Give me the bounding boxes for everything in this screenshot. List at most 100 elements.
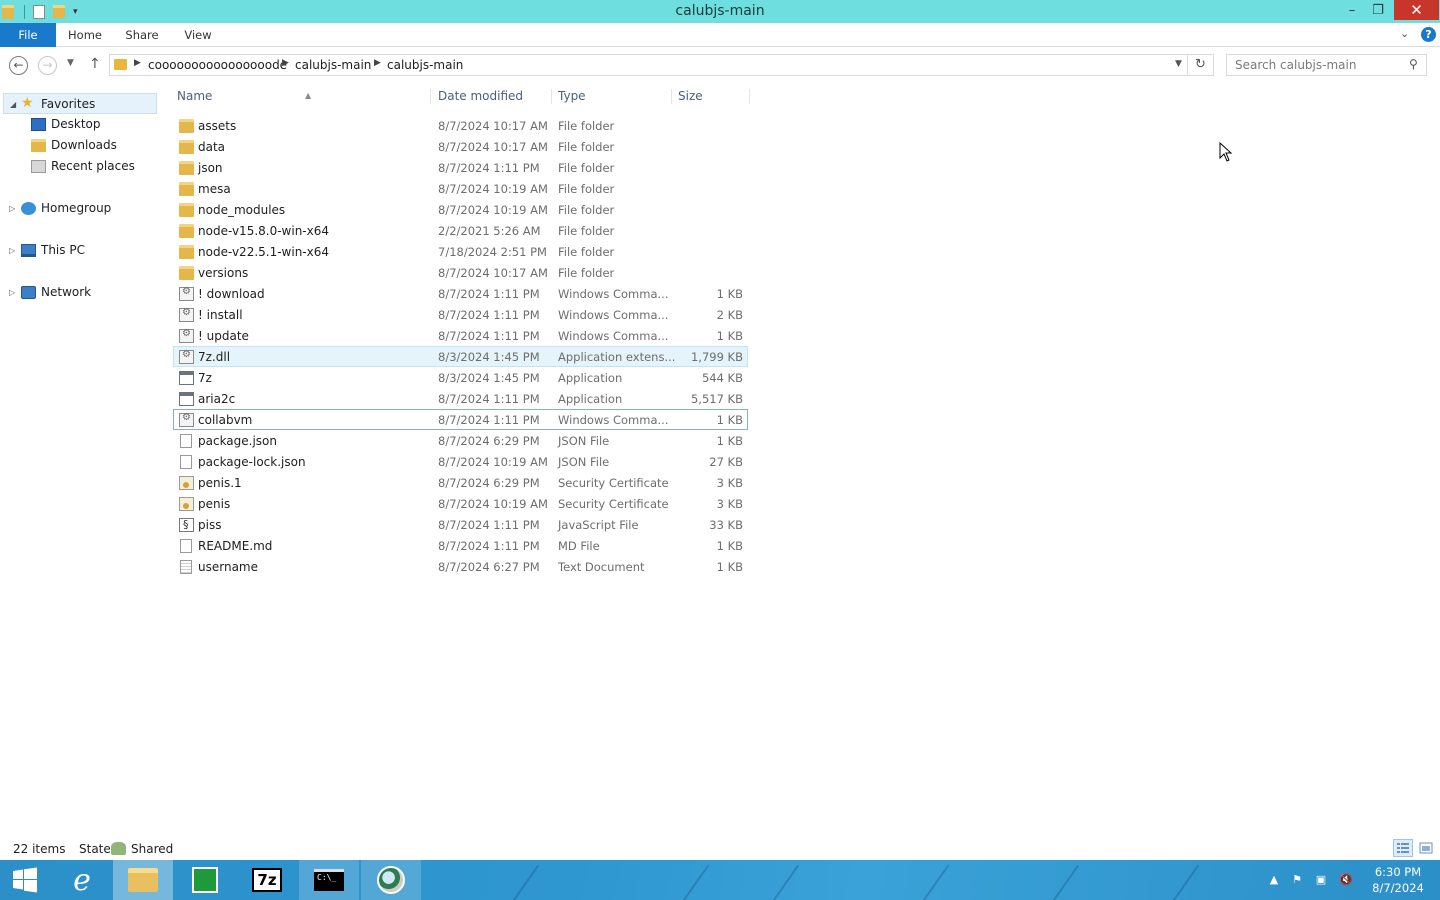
recent-locations-button[interactable]: ▼	[67, 58, 74, 68]
file-row[interactable]: ! install 8/7/2024 1:11 PM Windows Comma..…	[173, 304, 748, 325]
expand-icon[interactable]: ▷	[9, 282, 15, 303]
taskbar: e 7z C:\_ ▲ ⚑ ▣ 🔇 6:30 PM 8/7/2024	[0, 860, 1440, 900]
sidebar-item-favorites[interactable]: ◢ ★ Favorites	[3, 93, 157, 114]
taskbar-command-prompt[interactable]: C:\_	[299, 860, 359, 900]
breadcrumb-item[interactable]: coooooooooooooooode	[148, 58, 287, 72]
file-row[interactable]: username 8/7/2024 6:27 PM Text Document 1 K…	[173, 556, 748, 577]
file-size: 544 KB	[701, 371, 743, 385]
sidebar-item-label: This PC	[41, 243, 85, 257]
action-center-flag-icon[interactable]: ⚑	[1290, 873, 1304, 887]
restore-button[interactable]: ❐	[1365, 0, 1391, 20]
file-row[interactable]: ! download 8/7/2024 1:11 PM Windows Comma.…	[173, 283, 748, 304]
chevron-right-icon[interactable]: ▶	[282, 58, 289, 68]
file-row[interactable]: data 8/7/2024 10:17 AM File folder	[173, 136, 748, 157]
file-row[interactable]: README.md 8/7/2024 1:11 PM MD File 1 KB	[173, 535, 748, 556]
file-row[interactable]: 7z 8/3/2024 1:45 PM Application 544 KB	[173, 367, 748, 388]
file-list: Name ▲ Date modified Type Size assets 8/7…	[165, 80, 1440, 840]
file-row[interactable]: node-v22.5.1-win-x64 7/18/2024 2:51 PM Fil…	[173, 241, 748, 262]
file-type: File folder	[558, 161, 615, 175]
column-header-date[interactable]: Date modified	[434, 89, 552, 104]
file-date-modified: 8/7/2024 1:11 PM	[438, 287, 540, 301]
close-button[interactable]: ✕	[1394, 0, 1439, 20]
help-icon[interactable]: ?	[1421, 27, 1436, 42]
show-hidden-icons-button[interactable]: ▲	[1267, 873, 1281, 887]
file-size: 33 KB	[709, 518, 743, 532]
batch-file-icon	[179, 328, 194, 343]
large-icons-view-button[interactable]	[1417, 839, 1435, 857]
folder-icon	[179, 224, 194, 238]
taskbar-internet-explorer[interactable]: e	[52, 860, 112, 900]
chevron-right-icon[interactable]: ▶	[374, 58, 381, 68]
file-row[interactable]: penis.1 8/7/2024 6:29 PM Security Certific…	[173, 472, 748, 493]
tab-view[interactable]: View	[176, 23, 220, 47]
file-row[interactable]: node-v15.8.0-win-x64 2/2/2021 5:26 AM File…	[173, 220, 748, 241]
file-row[interactable]: penis 8/7/2024 10:19 AM Security Certifica…	[173, 493, 748, 514]
up-button[interactable]: ↑	[89, 56, 101, 72]
file-row[interactable]: json 8/7/2024 1:11 PM File folder	[173, 157, 748, 178]
taskbar-network-app[interactable]	[361, 860, 421, 900]
file-row[interactable]: versions 8/7/2024 10:17 AM File folder	[173, 262, 748, 283]
computer-icon	[21, 244, 36, 257]
file-size: 1 KB	[716, 434, 743, 448]
sidebar-item-desktop[interactable]: Desktop	[0, 114, 160, 135]
file-date-modified: 8/3/2024 1:45 PM	[438, 350, 540, 364]
back-button[interactable]: ←	[9, 56, 28, 75]
network-status-icon[interactable]: ▣	[1314, 873, 1328, 887]
address-bar[interactable]: ▶ coooooooooooooooode ▶ calubjs-main ▶ c…	[109, 54, 1188, 76]
sidebar-item-recent-places[interactable]: Recent places	[0, 156, 160, 177]
folder-icon	[179, 203, 194, 217]
file-size: 2 KB	[716, 308, 743, 322]
sidebar-item-label: Downloads	[51, 138, 117, 152]
state-label: State:	[79, 842, 115, 856]
homegroup-icon	[21, 202, 36, 215]
column-header-name[interactable]: Name ▲	[173, 89, 431, 104]
sidebar-item-network[interactable]: ▷ Network	[0, 282, 160, 303]
sidebar-item-homegroup[interactable]: ▷ Homegroup	[0, 198, 160, 219]
file-row[interactable]: package-lock.json 8/7/2024 10:19 AM JSON F…	[173, 451, 748, 472]
search-icon[interactable]: ⚲	[1409, 57, 1418, 71]
sidebar-item-this-pc[interactable]: ▷ This PC	[0, 240, 160, 261]
file-row[interactable]: node_modules 8/7/2024 10:19 AM File folder	[173, 199, 748, 220]
volume-muted-icon[interactable]: 🔇	[1339, 873, 1353, 887]
expand-icon[interactable]: ▷	[9, 240, 15, 261]
file-row[interactable]: aria2c 8/7/2024 1:11 PM Application 5,517 K…	[173, 388, 748, 409]
file-row[interactable]: collabvm 8/7/2024 1:11 PM Windows Comma...…	[173, 409, 748, 430]
file-date-modified: 8/7/2024 10:17 AM	[438, 140, 548, 154]
taskbar-file-explorer[interactable]	[113, 860, 173, 900]
breadcrumb-item[interactable]: calubjs-main	[295, 58, 371, 72]
file-type: JSON File	[558, 434, 610, 448]
taskbar-store[interactable]	[175, 860, 235, 900]
file-date-modified: 8/7/2024 6:29 PM	[438, 434, 540, 448]
search-input[interactable]: Search calubjs-main ⚲	[1226, 54, 1427, 76]
details-view-button[interactable]	[1393, 839, 1413, 857]
file-name: ! download	[198, 287, 265, 301]
chevron-down-icon[interactable]: ▼	[1175, 59, 1182, 69]
expand-icon[interactable]: ▷	[9, 198, 15, 219]
file-row[interactable]: mesa 8/7/2024 10:19 AM File folder	[173, 178, 748, 199]
forward-button[interactable]: →	[38, 56, 57, 75]
tab-home[interactable]: Home	[60, 23, 110, 47]
taskbar-7zip[interactable]: 7z	[237, 860, 297, 900]
file-name: piss	[198, 518, 222, 532]
tab-file[interactable]: File	[0, 23, 56, 47]
breadcrumb-item[interactable]: calubjs-main	[387, 58, 463, 72]
column-header-type[interactable]: Type	[554, 89, 672, 104]
file-row[interactable]: 7z.dll 8/3/2024 1:45 PM Application extens…	[173, 346, 748, 367]
file-row[interactable]: assets 8/7/2024 10:17 AM File folder	[173, 115, 748, 136]
file-type: File folder	[558, 245, 615, 259]
refresh-button[interactable]: ↻	[1188, 54, 1214, 76]
collapse-icon[interactable]: ◢	[10, 94, 16, 115]
file-row[interactable]: ! update 8/7/2024 1:11 PM Windows Comma...…	[173, 325, 748, 346]
minimize-button[interactable]: –	[1339, 0, 1365, 20]
clock[interactable]: 6:30 PM 8/7/2024	[1366, 864, 1430, 896]
sidebar-item-downloads[interactable]: Downloads	[0, 135, 160, 156]
file-row[interactable]: piss 8/7/2024 1:11 PM JavaScript File 33 KB	[173, 514, 748, 535]
tab-share[interactable]: Share	[118, 23, 166, 47]
file-row[interactable]: package.json 8/7/2024 6:29 PM JSON File 1 K…	[173, 430, 748, 451]
expand-ribbon-icon[interactable]: ⌄	[1400, 27, 1409, 40]
certificate-icon	[179, 497, 194, 511]
column-header-size[interactable]: Size	[674, 89, 750, 104]
start-button[interactable]	[0, 860, 50, 900]
chevron-right-icon[interactable]: ▶	[134, 58, 141, 68]
network-app-icon	[377, 866, 405, 894]
